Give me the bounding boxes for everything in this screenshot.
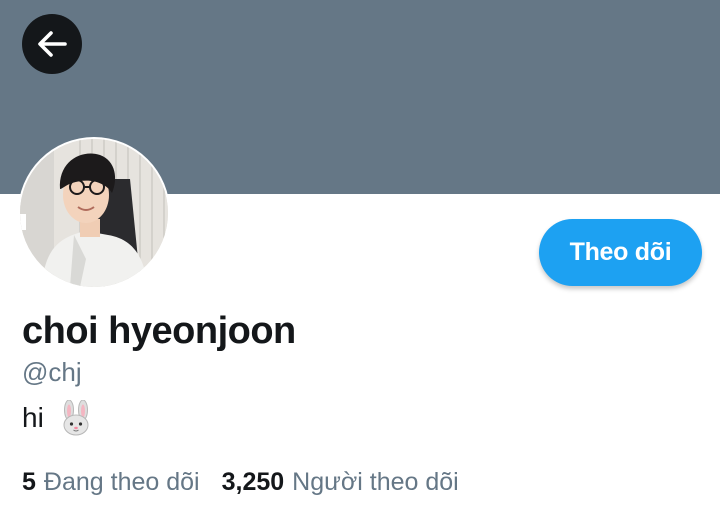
profile-stats: 5 Đang theo dõi 3,250 Người theo dõi [22,466,459,498]
followers-count: 3,250 [221,468,285,496]
profile-name: choi hyeonjoon [22,310,296,352]
profile-bio: hi [22,398,92,438]
followers-stat[interactable]: 3,250 Người theo dõi [222,466,459,498]
following-stat[interactable]: 5 Đang theo dõi [22,466,200,498]
following-label: Đang theo dõi [43,468,200,496]
followers-label: Người theo dõi [292,468,459,496]
avatar[interactable] [18,137,170,289]
back-button[interactable] [22,14,82,74]
avatar-photo [20,139,168,287]
arrow-left-icon [38,31,67,57]
rabbit-face-icon [60,399,92,436]
follow-button[interactable]: Theo dõi [539,219,702,286]
bio-text: hi [22,402,44,433]
following-count: 5 [22,468,36,496]
profile-handle: @chj [22,357,82,387]
